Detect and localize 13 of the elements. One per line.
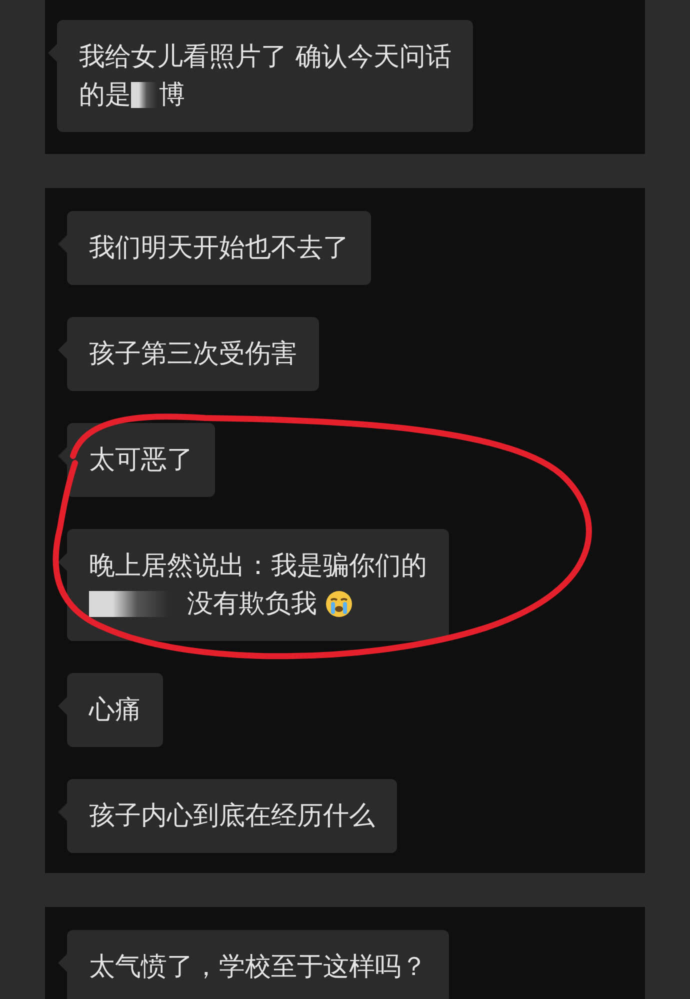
message-text: 博	[159, 79, 185, 112]
message-text: 孩子内心到底在经历什么	[89, 800, 375, 833]
message-text: 没有欺负我	[187, 588, 317, 621]
message-text: 心痛	[89, 694, 141, 727]
message-text: 的是	[79, 79, 131, 112]
redaction-blur	[131, 82, 157, 108]
message-text: 孩子第三次受伤害	[89, 338, 297, 371]
message-text: 我给女儿看照片了 确认今天问话	[79, 41, 452, 74]
message-text: 太可恶了	[89, 444, 193, 477]
message-text: 太气愤了，学校至于这样吗？	[89, 951, 427, 984]
message-text: 我们明天开始也不去了	[89, 232, 349, 265]
message-text: 晚上居然说出：我是骗你们的	[89, 550, 427, 583]
crying-face-icon	[325, 590, 353, 618]
